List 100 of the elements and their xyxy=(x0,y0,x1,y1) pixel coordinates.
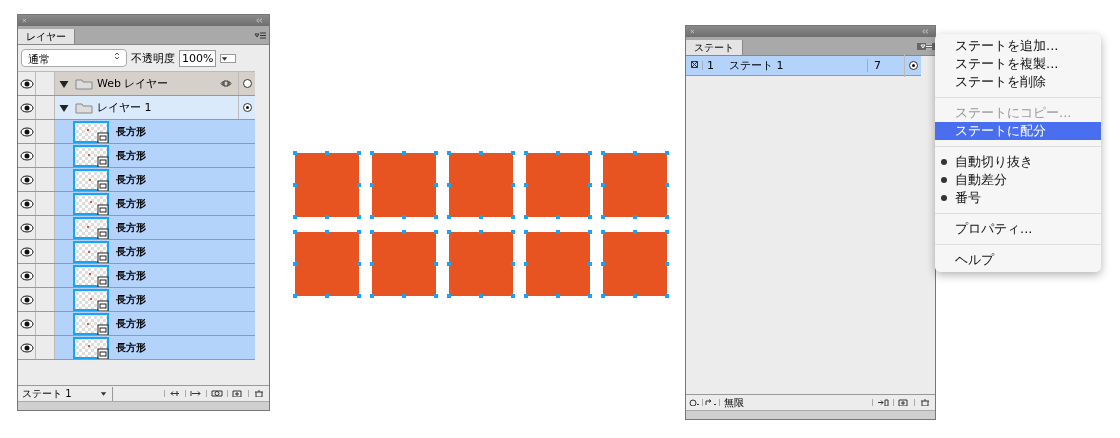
blend-mode-dropdown[interactable]: 通常 xyxy=(21,49,127,67)
lock-toggle[interactable] xyxy=(36,144,55,167)
menu-item[interactable]: ステートに配分 xyxy=(935,122,1101,140)
visibility-toggle[interactable] xyxy=(18,288,36,311)
object-name: 長方形 xyxy=(116,316,146,331)
mask-icon[interactable] xyxy=(211,390,223,397)
eye-icon xyxy=(19,102,34,113)
dropdown-button[interactable] xyxy=(220,53,237,63)
caret-icon xyxy=(100,390,108,397)
state-icon xyxy=(690,61,698,68)
lock-toggle[interactable] xyxy=(36,120,55,143)
visibility-toggle[interactable] xyxy=(18,96,36,119)
menu-item[interactable]: ステートを削除 xyxy=(935,73,1101,91)
object-name: 長方形 xyxy=(116,340,146,355)
onion-skin-icon[interactable] xyxy=(688,399,700,406)
visibility-toggle[interactable] xyxy=(18,216,36,239)
eye-icon xyxy=(19,150,34,161)
panel-tab[interactable]: レイヤー xyxy=(18,29,75,44)
visibility-toggle[interactable] xyxy=(18,192,36,215)
object-row[interactable]: 長方形 xyxy=(18,168,255,192)
thumbnail xyxy=(73,168,109,191)
object-name: 長方形 xyxy=(116,292,146,307)
eye-icon xyxy=(19,78,34,89)
trash-icon[interactable] xyxy=(253,390,265,397)
disclosure-triangle[interactable] xyxy=(57,103,71,112)
object-row[interactable]: 長方形 xyxy=(18,192,255,216)
eye-icon xyxy=(19,318,34,329)
target-icon[interactable] xyxy=(908,61,918,70)
object-row[interactable]: 長方形 xyxy=(18,264,255,288)
thumbnail xyxy=(73,336,109,359)
folder-icon xyxy=(75,101,93,114)
resize-grip[interactable] xyxy=(18,401,269,410)
state-delay: 7 xyxy=(867,59,904,72)
layer-row[interactable]: レイヤー 1 xyxy=(18,96,255,120)
object-row[interactable]: 長方形 xyxy=(18,216,255,240)
state-row[interactable]: 1 ステート 1 7 xyxy=(686,56,921,76)
new-layer-icon[interactable] xyxy=(232,390,244,397)
menu-item[interactable]: 番号 xyxy=(935,189,1101,207)
thumbnail xyxy=(73,120,109,143)
layer-row[interactable]: Web レイヤー xyxy=(18,72,255,96)
object-row[interactable]: 長方形 xyxy=(18,336,255,360)
menu-icon[interactable] xyxy=(254,31,266,39)
loop-icon[interactable] xyxy=(705,399,717,406)
object-row[interactable]: 長方形 xyxy=(18,120,255,144)
visibility-toggle[interactable] xyxy=(18,264,36,287)
loop-label: 無限 xyxy=(723,395,745,410)
distribute-icon[interactable] xyxy=(877,399,889,406)
lock-toggle[interactable] xyxy=(36,240,55,263)
lock-toggle[interactable] xyxy=(36,312,55,335)
object-name: 長方形 xyxy=(116,196,146,211)
new-sublayer-icon[interactable] xyxy=(169,390,181,397)
thumbnail xyxy=(73,216,109,239)
object-row[interactable]: 長方形 xyxy=(18,240,255,264)
folder-icon xyxy=(75,77,93,90)
visibility-toggle[interactable] xyxy=(18,336,36,359)
visibility-toggle[interactable] xyxy=(18,120,36,143)
panel-tab[interactable]: ステート xyxy=(686,40,743,55)
state-dropdown[interactable]: ステート 1 xyxy=(18,386,113,401)
menu-item[interactable]: 自動切り抜き xyxy=(935,153,1101,171)
eye-icon xyxy=(19,222,34,233)
lock-toggle[interactable] xyxy=(36,192,55,215)
thumbnail xyxy=(73,288,109,311)
lock-toggle[interactable] xyxy=(36,72,55,95)
thumbnail xyxy=(73,264,109,287)
object-row[interactable]: 長方形 xyxy=(18,144,255,168)
visibility-toggle[interactable] xyxy=(18,72,36,95)
lock-toggle[interactable] xyxy=(36,96,55,119)
resize-grip[interactable] xyxy=(686,410,935,419)
thumbnail xyxy=(73,312,109,335)
menu-item[interactable]: 自動差分 xyxy=(935,171,1101,189)
menu-item[interactable]: ヘルプ xyxy=(935,251,1101,269)
menu-item[interactable]: ステートを追加... xyxy=(935,37,1101,55)
eye-icon xyxy=(19,126,34,137)
lock-toggle[interactable] xyxy=(36,216,55,239)
lock-toggle[interactable] xyxy=(36,336,55,359)
visibility-toggle[interactable] xyxy=(18,144,36,167)
object-name: 長方形 xyxy=(116,220,146,235)
visibility-toggle[interactable] xyxy=(18,240,36,263)
object-name: 長方形 xyxy=(116,124,146,139)
opacity-field[interactable]: 100% xyxy=(179,49,217,67)
object-row[interactable]: 長方形 xyxy=(18,288,255,312)
eye-icon xyxy=(19,246,34,257)
visibility-toggle[interactable] xyxy=(18,168,36,191)
web-layer-icon xyxy=(220,80,232,87)
visibility-toggle[interactable] xyxy=(18,312,36,335)
thumbnail xyxy=(73,192,109,215)
lock-toggle[interactable] xyxy=(36,168,55,191)
eye-icon xyxy=(19,270,34,281)
object-name: 長方形 xyxy=(116,268,146,283)
trash-icon[interactable] xyxy=(919,399,931,406)
new-state-icon[interactable] xyxy=(898,399,910,406)
disclosure-triangle[interactable] xyxy=(57,79,71,88)
object-row[interactable]: 長方形 xyxy=(18,312,255,336)
thumbnail xyxy=(73,144,109,167)
lock-toggle[interactable] xyxy=(36,264,55,287)
lock-toggle[interactable] xyxy=(36,288,55,311)
menu-item[interactable]: ステートを複製... xyxy=(935,55,1101,73)
duplicate-layer-icon[interactable] xyxy=(190,390,202,397)
stepper-icon xyxy=(114,52,120,60)
menu-item[interactable]: プロパティ... xyxy=(935,220,1101,238)
